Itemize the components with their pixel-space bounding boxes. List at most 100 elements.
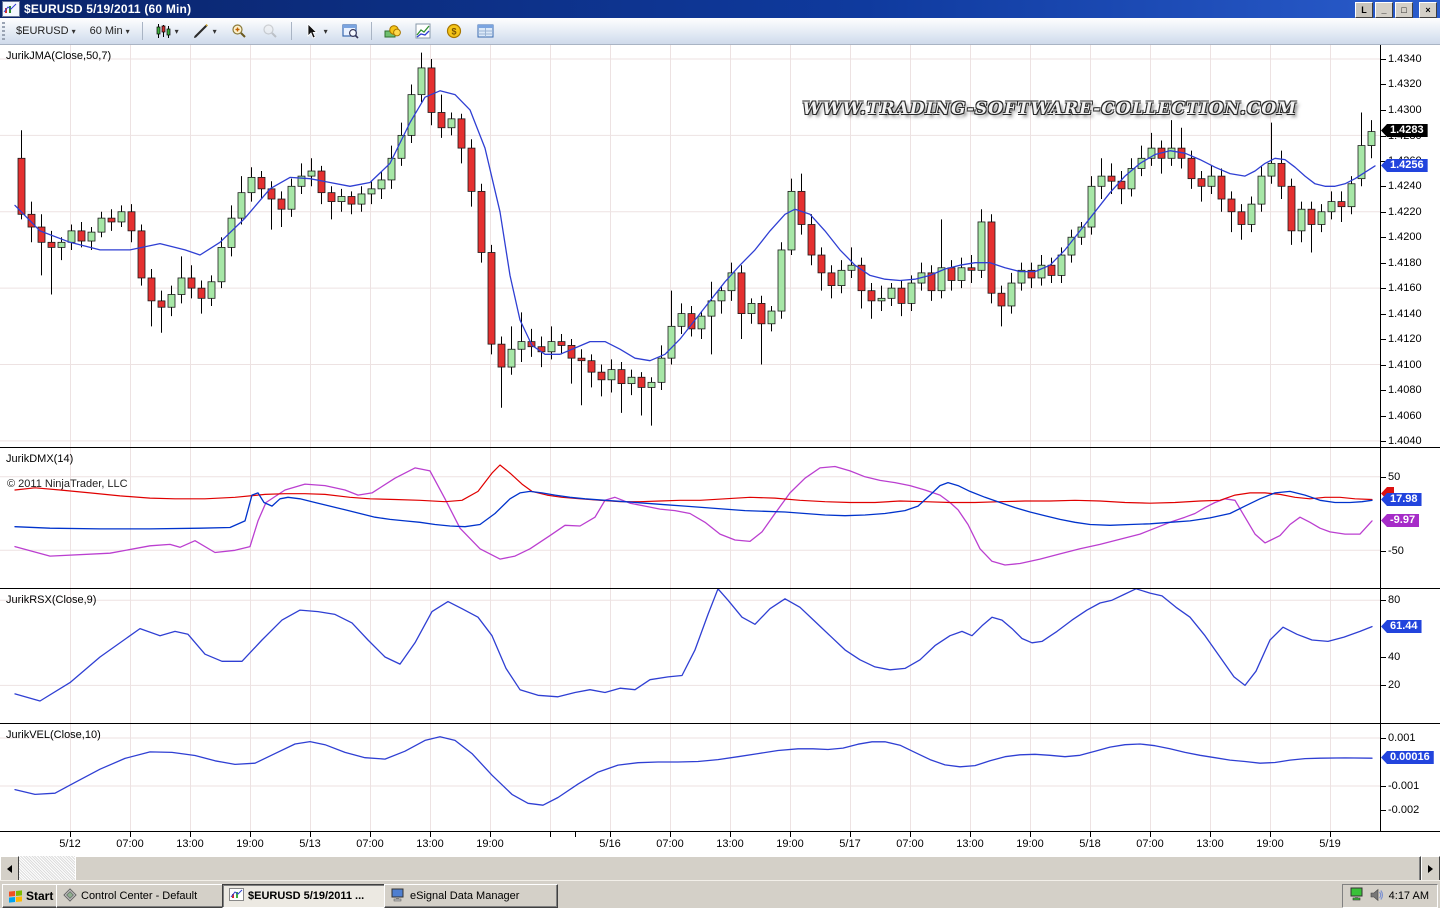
- chevron-down-icon: ▾: [126, 27, 130, 36]
- instrument-dropdown[interactable]: $EURUSD ▾: [9, 22, 83, 40]
- value-marker: 61.44: [1381, 620, 1422, 633]
- price-axis[interactable]: 1.43401.43201.43001.42801.42601.42401.42…: [1380, 45, 1440, 831]
- chart-canvas[interactable]: [0, 45, 1381, 831]
- toolbar-grip[interactable]: [2, 22, 5, 40]
- time-axis[interactable]: 5/1207:0013:0019:005/1307:0013:0019:005/…: [0, 831, 1440, 857]
- chevron-down-icon: ▾: [324, 27, 328, 36]
- task-label: eSignal Data Manager: [410, 890, 519, 902]
- y-axis-label: 0.001: [1388, 732, 1416, 744]
- x-axis-tick: [1090, 832, 1091, 837]
- chart-style-dropdown[interactable]: ▾: [148, 20, 186, 43]
- y-axis-tick: [1381, 441, 1386, 442]
- title-bar[interactable]: $EURUSD 5/19/2011 (60 Min) L _ □ ×: [0, 0, 1440, 18]
- scrollbar-thumb[interactable]: [75, 856, 1421, 882]
- panel-separator[interactable]: [0, 588, 1440, 589]
- x-axis-tick: [1330, 832, 1331, 837]
- value-marker: 17.98: [1381, 493, 1422, 506]
- taskbar-task-active[interactable]: $EURUSD 5/19/2011 ...: [222, 884, 392, 908]
- y-axis-tick: [1381, 339, 1386, 340]
- taskbar-task-button[interactable]: Control Center - Default: [56, 884, 230, 908]
- network-monitor-icon: [1349, 887, 1365, 905]
- panel-separator[interactable]: [0, 723, 1440, 724]
- account-data-button[interactable]: [377, 20, 408, 43]
- x-axis-tick: [550, 832, 551, 837]
- cursor-mode-dropdown[interactable]: ▾: [297, 20, 335, 43]
- y-axis-label: -0.001: [1388, 780, 1419, 792]
- chart-toolbar: $EURUSD ▾ 60 Min ▾ ▾: [0, 18, 1440, 45]
- y-axis-label: -50: [1388, 545, 1404, 557]
- x-axis-tick: [730, 832, 731, 837]
- svg-text:$: $: [452, 27, 457, 37]
- x-axis-tick: [575, 832, 576, 837]
- mini-chart-button[interactable]: [408, 20, 439, 43]
- drawing-tool-dropdown[interactable]: ▾: [186, 20, 224, 43]
- y-axis-label: 1.4180: [1388, 257, 1422, 269]
- windows-logo-icon: [9, 890, 22, 902]
- y-axis-label: 1.4220: [1388, 206, 1422, 218]
- close-button[interactable]: ×: [1419, 2, 1437, 18]
- zoom-in-icon: [231, 23, 248, 40]
- data-grid-button[interactable]: [470, 20, 501, 43]
- left-arrow-icon: [7, 865, 12, 873]
- x-axis-label: 07:00: [1136, 838, 1164, 850]
- task-label: Control Center - Default: [81, 890, 197, 902]
- mini-chart-icon: [415, 23, 432, 40]
- x-axis-tick: [970, 832, 971, 837]
- zoom-in-button[interactable]: [224, 20, 255, 43]
- clock: 4:17 AM: [1389, 890, 1429, 902]
- scroll-left-button[interactable]: [0, 856, 19, 882]
- y-axis-tick: [1381, 477, 1386, 478]
- x-axis-label: 19:00: [776, 838, 804, 850]
- y-axis-tick: [1381, 738, 1386, 739]
- x-axis-tick: [190, 832, 191, 837]
- x-axis-label: 19:00: [1256, 838, 1284, 850]
- copyright-text: © 2011 NinjaTrader, LLC: [7, 478, 128, 490]
- panel-separator[interactable]: [0, 447, 1440, 448]
- minimize-button[interactable]: _: [1375, 2, 1393, 18]
- watermark-text: WWW.TRADING-SOFTWARE-COLLECTION.COM: [802, 99, 1297, 119]
- vel-line: [15, 737, 1372, 805]
- x-axis-label: 5/19: [1319, 838, 1340, 850]
- chart-icon: [229, 888, 244, 904]
- y-axis-label: 1.4340: [1388, 53, 1422, 65]
- candlestick-icon: [155, 23, 172, 40]
- scroll-right-button[interactable]: [1421, 856, 1440, 882]
- x-axis-label: 5/18: [1079, 838, 1100, 850]
- y-axis-tick: [1381, 237, 1386, 238]
- y-axis-tick: [1381, 600, 1386, 601]
- horizontal-scrollbar[interactable]: [0, 856, 1440, 880]
- value-marker: -9.97: [1381, 514, 1419, 527]
- taskbar-task-button[interactable]: eSignal Data Manager: [384, 884, 558, 908]
- y-axis-tick: [1381, 263, 1386, 264]
- x-axis-tick: [1210, 832, 1211, 837]
- panel-label: JurikRSX(Close,9): [6, 594, 96, 606]
- right-arrow-icon: [1428, 865, 1433, 873]
- y-axis-label: 1.4040: [1388, 435, 1422, 447]
- instrument-label: $EURUSD: [16, 25, 69, 37]
- x-axis-tick: [130, 832, 131, 837]
- windows-taskbar: Start 4:17 AM Control Center - Default $E…: [0, 880, 1440, 908]
- chart-window-button[interactable]: [335, 20, 366, 43]
- x-axis-label: 5/17: [839, 838, 860, 850]
- toolbar-separator: [291, 22, 292, 40]
- gridlines: [0, 45, 1381, 831]
- link-button[interactable]: L: [1355, 2, 1373, 18]
- start-label: Start: [26, 889, 53, 903]
- chevron-down-icon: ▾: [175, 27, 179, 36]
- chart-plot-area[interactable]: WWW.TRADING-SOFTWARE-COLLECTION.COM © 20…: [0, 45, 1381, 831]
- y-axis-tick: [1381, 810, 1386, 811]
- start-button[interactable]: Start: [2, 884, 62, 908]
- y-axis-tick: [1381, 84, 1386, 85]
- y-axis-label: 1.4200: [1388, 231, 1422, 243]
- dmx-plus-line: [15, 465, 1372, 503]
- x-axis-label: 13:00: [956, 838, 984, 850]
- system-tray[interactable]: 4:17 AM: [1342, 884, 1438, 908]
- coin-button[interactable]: $: [439, 20, 470, 43]
- x-axis-tick: [910, 832, 911, 837]
- y-axis-label: 40: [1388, 651, 1400, 663]
- interval-dropdown[interactable]: 60 Min ▾: [83, 22, 137, 40]
- y-axis-label: 1.4140: [1388, 308, 1422, 320]
- y-axis-label: 1.4320: [1388, 78, 1422, 90]
- zoom-out-button[interactable]: [255, 20, 286, 43]
- restore-button[interactable]: □: [1395, 2, 1413, 18]
